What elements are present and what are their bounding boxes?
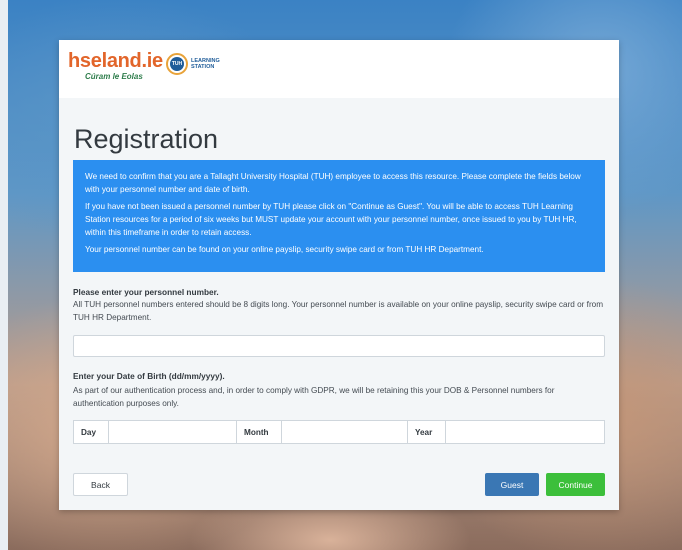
station-text: STATION: [191, 64, 215, 70]
dob-fields: Day Month Year: [73, 420, 605, 444]
info-paragraph-3: Your personnel number can be found on yo…: [85, 245, 484, 254]
page-title: Registration: [74, 124, 219, 154]
logo-tagline: Cúram le Eolas: [85, 72, 143, 81]
year-input[interactable]: [446, 421, 604, 443]
personnel-number-help: All TUH personnel numbers entered should…: [73, 300, 604, 322]
registration-card: hseland.ie Cúram le Eolas TUH LEARNING S…: [59, 40, 619, 510]
info-paragraph-2: If you have not been issued a personnel …: [85, 202, 577, 237]
logo-main-text: hseland.ie: [68, 50, 163, 72]
tuh-badge-text: TUH: [170, 57, 184, 71]
dob-label: Enter your Date of Birth (dd/mm/yyyy).: [73, 371, 225, 381]
guest-button[interactable]: Guest: [485, 473, 539, 496]
personnel-number-input[interactable]: [73, 335, 605, 357]
day-label: Day: [74, 421, 109, 443]
card-header: hseland.ie Cúram le Eolas TUH LEARNING S…: [59, 40, 619, 98]
year-label: Year: [408, 421, 446, 443]
window-edge: [0, 0, 8, 550]
info-notice: We need to confirm that you are a Tallag…: [73, 160, 605, 272]
continue-button[interactable]: Continue: [546, 473, 605, 496]
dob-help: As part of our authentication process an…: [73, 386, 555, 408]
info-paragraph-1: We need to confirm that you are a Tallag…: [85, 172, 581, 194]
hseland-logo[interactable]: hseland.ie Cúram le Eolas: [68, 51, 163, 81]
back-button[interactable]: Back: [73, 473, 128, 496]
month-label: Month: [237, 421, 282, 443]
learning-station-text: LEARNING STATION: [191, 58, 220, 70]
personnel-number-label: Please enter your personnel number.: [73, 287, 219, 297]
tuh-badge-icon: TUH: [166, 53, 188, 75]
tuh-learning-station-logo: TUH LEARNING STATION: [166, 53, 220, 75]
month-input[interactable]: [282, 421, 408, 443]
day-input[interactable]: [109, 421, 237, 443]
